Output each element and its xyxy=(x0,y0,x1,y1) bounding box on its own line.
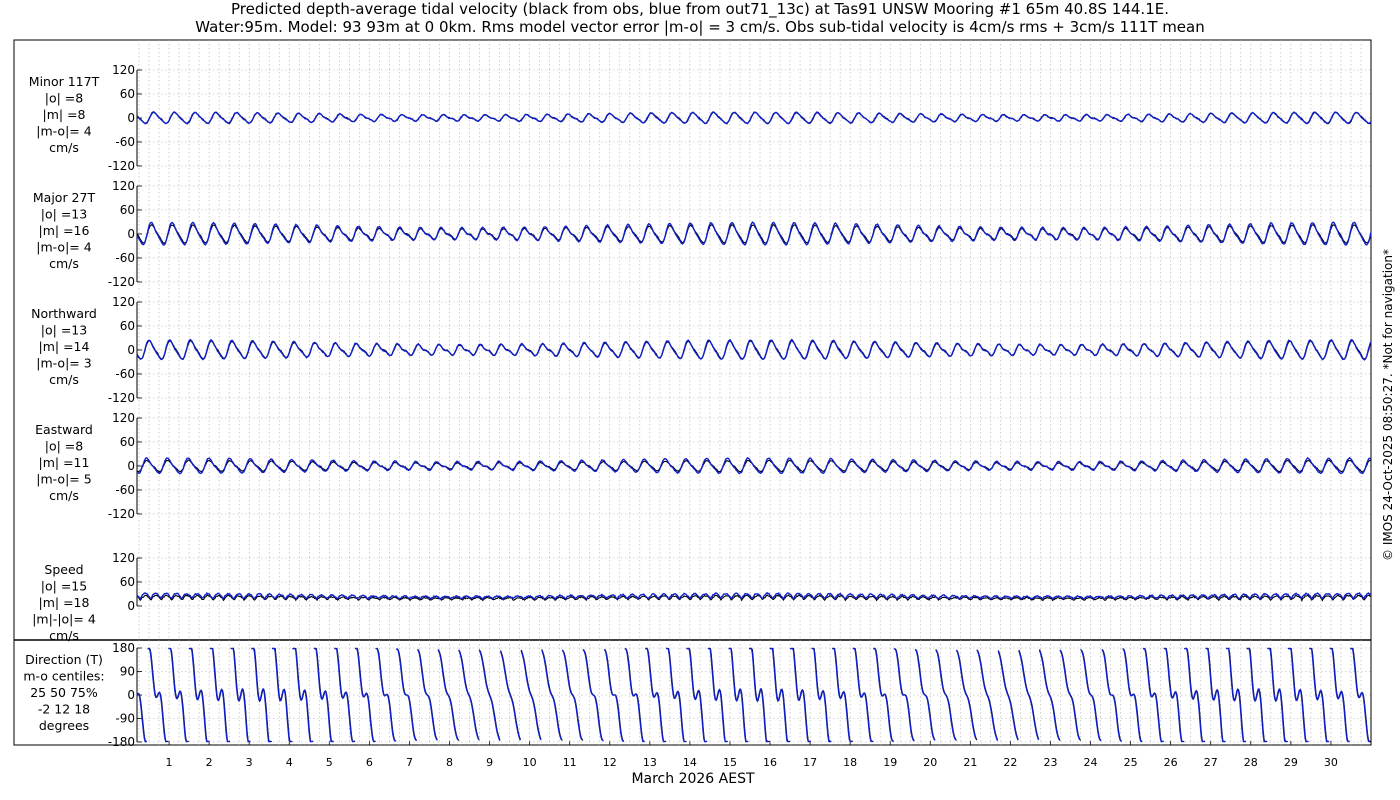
x-tick-label: 18 xyxy=(843,756,857,769)
panel-label-line: cm/s xyxy=(49,372,79,387)
tidal-velocity-chart: 1 2 3 4 5 6 7 8 9 10 11 12 13 14 15 16 17 18 19 20 21 22 23 24 2… xyxy=(13,39,1372,787)
x-tick-label: 9 xyxy=(486,756,493,769)
panel-label-line: |m-o|= 4 xyxy=(36,124,91,139)
x-tick-label: 23 xyxy=(1043,756,1057,769)
x-tick-label: 24 xyxy=(1084,756,1098,769)
x-tick-label: 27 xyxy=(1204,756,1218,769)
y-tick-label: 0 xyxy=(127,111,135,125)
y-tick-label: 60 xyxy=(120,203,135,217)
y-tick-label: 60 xyxy=(120,87,135,101)
x-tick-label: 8 xyxy=(446,756,453,769)
x-tick-label: 11 xyxy=(563,756,577,769)
x-tick-label: 15 xyxy=(723,756,737,769)
x-tick-label: 4 xyxy=(286,756,293,769)
panel-label-line: Major 27T xyxy=(33,190,96,205)
panel-label-line: |m|-|o|= 4 xyxy=(32,612,96,627)
panel-label-line: |m| =11 xyxy=(39,455,90,470)
x-tick-label: 12 xyxy=(603,756,617,769)
x-tick-label: 14 xyxy=(683,756,697,769)
x-tick-label: 21 xyxy=(963,756,977,769)
x-tick-label: 29 xyxy=(1284,756,1298,769)
y-tick-label: 60 xyxy=(120,319,135,333)
y-tick-label: 120 xyxy=(112,551,135,565)
x-tick-label: 3 xyxy=(246,756,253,769)
x-tick-label: 17 xyxy=(803,756,817,769)
panel-label-line: |m-o|= 4 xyxy=(36,240,91,255)
panel-label-line: Speed xyxy=(44,562,83,577)
y-tick-label: 120 xyxy=(112,63,135,77)
y-tick-label: 120 xyxy=(112,179,135,193)
x-tick-label: 28 xyxy=(1244,756,1258,769)
panel-label-line: |o| =8 xyxy=(45,439,84,454)
x-tick-label: 1 xyxy=(166,756,173,769)
y-tick-label: -60 xyxy=(115,367,135,381)
x-tick-label: 19 xyxy=(883,756,897,769)
panel-label-line: |m| =16 xyxy=(39,223,90,238)
x-tick-label: 26 xyxy=(1164,756,1178,769)
y-tick-label: 60 xyxy=(120,435,135,449)
panel-label-line: cm/s xyxy=(49,140,79,155)
panel-label-line: degrees xyxy=(39,718,89,733)
y-tick-label: 60 xyxy=(120,575,135,589)
x-axis-label: March 2026 AEST xyxy=(631,771,755,787)
x-tick-label: 16 xyxy=(763,756,777,769)
panel-label-line: -2 12 18 xyxy=(38,702,90,717)
y-tick-label: -120 xyxy=(108,159,135,173)
panel-label-line: |o| =13 xyxy=(41,207,87,222)
x-tick-label: 25 xyxy=(1124,756,1138,769)
panel-label-line: |o| =13 xyxy=(41,323,87,338)
x-tick-label: 30 xyxy=(1324,756,1338,769)
y-tick-label: -120 xyxy=(108,391,135,405)
x-tick-label: 5 xyxy=(326,756,333,769)
panel-label-line: cm/s xyxy=(49,256,79,271)
panel-label-line: Minor 117T xyxy=(29,74,100,89)
y-tick-label: 0 xyxy=(127,459,135,473)
panel-label-line: m-o centiles: xyxy=(23,669,104,684)
y-tick-label: 120 xyxy=(112,411,135,425)
y-tick-label: -60 xyxy=(115,483,135,497)
panel-label-line: |m-o|= 3 xyxy=(36,356,91,371)
panel-label-line: Eastward xyxy=(35,422,93,437)
y-tick-label: 0 xyxy=(127,343,135,357)
x-tick-label: 10 xyxy=(523,756,537,769)
x-tick-label: 20 xyxy=(923,756,937,769)
x-tick-label: 13 xyxy=(643,756,657,769)
y-tick-label: -180 xyxy=(108,735,135,749)
panel-label-line: 25 50 75% xyxy=(30,685,98,700)
y-tick-label: 180 xyxy=(112,641,135,655)
y-tick-label: -90 xyxy=(115,712,135,726)
y-tick-label: 0 xyxy=(127,599,135,613)
x-tick-label: 6 xyxy=(366,756,373,769)
copyright-text: © IMOS 24-Oct-2025 08:50:27. *Not for na… xyxy=(1381,249,1395,561)
x-tick-label: 7 xyxy=(406,756,413,769)
panel-label-line: |o| =8 xyxy=(45,91,84,106)
y-tick-label: 0 xyxy=(127,688,135,702)
panel-label-line: |m| =18 xyxy=(39,595,90,610)
y-tick-label: -120 xyxy=(108,275,135,289)
y-tick-label: -60 xyxy=(115,135,135,149)
y-tick-label: 90 xyxy=(120,665,135,679)
panel-label-line: |m| =8 xyxy=(43,107,86,122)
panel-label-line: cm/s xyxy=(49,488,79,503)
panel-label-line: Direction (T) xyxy=(25,652,103,667)
x-tick-label: 22 xyxy=(1003,756,1017,769)
panel-label-line: Northward xyxy=(31,306,97,321)
y-tick-label: -60 xyxy=(115,251,135,265)
x-tick-label: 2 xyxy=(206,756,213,769)
panel-label-line: |o| =15 xyxy=(41,579,87,594)
panel-label-line: |m-o|= 5 xyxy=(36,472,91,487)
y-tick-label: 0 xyxy=(127,227,135,241)
y-tick-label: -120 xyxy=(108,507,135,521)
panel-label-line: |m| =14 xyxy=(39,339,90,354)
panel-label-line: cm/s xyxy=(49,628,79,643)
y-tick-label: 120 xyxy=(112,295,135,309)
